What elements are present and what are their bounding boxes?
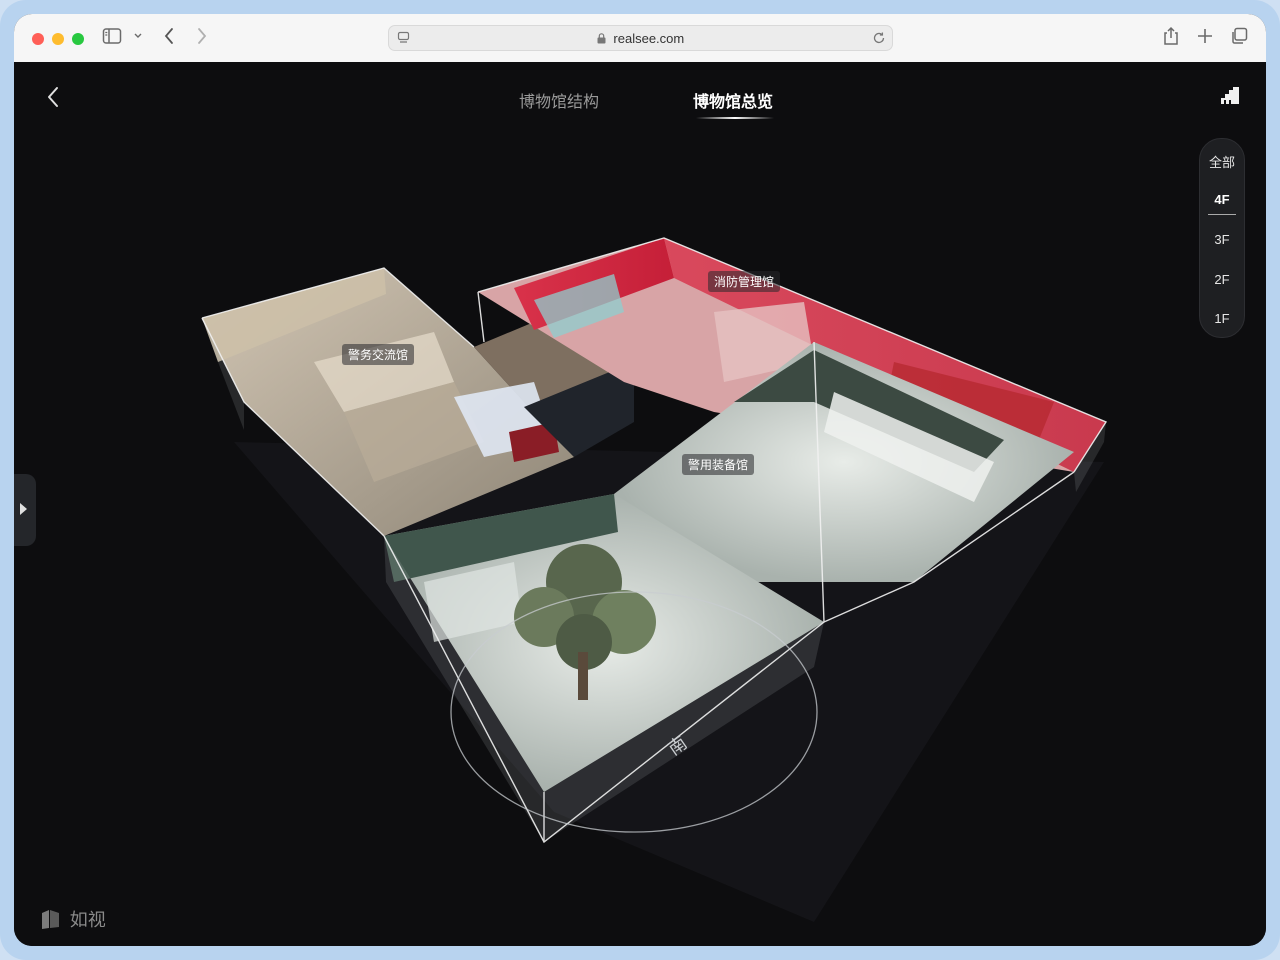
floor-3f[interactable]: 3F: [1200, 232, 1244, 247]
floor-2f[interactable]: 2F: [1200, 272, 1244, 287]
new-tab-icon[interactable]: [1197, 27, 1213, 51]
side-panel-toggle[interactable]: [14, 474, 36, 546]
share-icon[interactable]: [1162, 26, 1180, 52]
brand-logo-text: 如视: [69, 910, 106, 931]
room-label-police-equipment[interactable]: 警用装备馆: [682, 454, 755, 475]
close-window-button[interactable]: [32, 33, 44, 45]
address-bar[interactable]: realsee.com: [388, 25, 893, 51]
room-label-police-exchange[interactable]: 警务交流馆: [342, 344, 415, 365]
floor-1f[interactable]: 1F: [1200, 311, 1244, 326]
floor-selector: 全部 4F 3F 2F 1F: [1199, 138, 1245, 338]
url-display: realsee.com: [389, 31, 892, 46]
floor-4f[interactable]: 4F: [1200, 192, 1244, 207]
lock-icon: [597, 31, 614, 46]
browser-back-icon[interactable]: [163, 27, 175, 51]
browser-toolbar: realsee.com: [14, 14, 1266, 63]
minimize-window-button[interactable]: [52, 33, 64, 45]
zoom-window-button[interactable]: [72, 33, 84, 45]
chevron-down-icon[interactable]: [133, 27, 143, 51]
brand-logo-icon: [41, 910, 70, 931]
floor-all[interactable]: 全部: [1200, 152, 1244, 171]
reload-icon[interactable]: [872, 31, 886, 50]
browser-window: realsee.com 博物馆结构 博物馆总览 南 警务交流馆 消防管理馆 警用…: [0, 0, 1280, 960]
browser-forward-icon[interactable]: [196, 27, 208, 51]
brand-logo: 如视: [41, 906, 106, 932]
browser-frame: realsee.com 博物馆结构 博物馆总览 南 警务交流馆 消防管理馆 警用…: [14, 14, 1266, 946]
caret-right-icon: [18, 502, 28, 521]
museum-3d-viewer[interactable]: 博物馆结构 博物馆总览 南 警务交流馆 消防管理馆 警用装备馆 全部 4F 3F…: [14, 62, 1266, 946]
floor-active-indicator: [1208, 214, 1236, 215]
sidebar-toggle-icon[interactable]: [102, 27, 122, 51]
room-label-fire-management[interactable]: 消防管理馆: [708, 271, 781, 292]
museum-model[interactable]: [14, 62, 1266, 946]
url-text: realsee.com: [613, 31, 685, 46]
tab-overview-icon[interactable]: [1230, 27, 1248, 51]
